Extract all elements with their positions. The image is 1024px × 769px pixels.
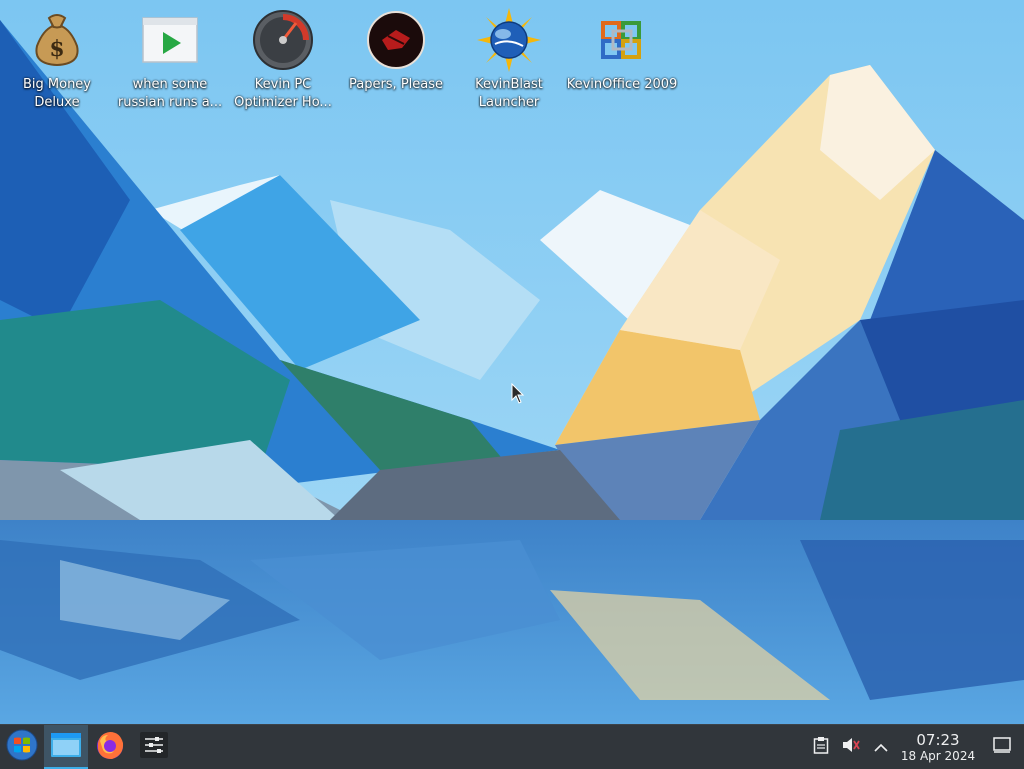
desktop-icon-russian-video[interactable]: when some russian runs a... <box>114 8 226 118</box>
show-desktop-icon <box>993 737 1011 757</box>
globe-sun-icon <box>477 8 541 72</box>
system-tray: 07:23 18 Apr 2024 <box>806 725 1024 769</box>
firefox-icon <box>94 729 126 765</box>
desktop-icon-label: KevinOffice 2009 <box>566 77 678 92</box>
clock-time: 07:23 <box>916 730 960 749</box>
taskbar-app-system-settings[interactable] <box>132 725 176 769</box>
svg-text:$: $ <box>49 36 64 62</box>
video-player-icon <box>138 8 202 72</box>
taskbar: 07:23 18 Apr 2024 <box>0 724 1024 769</box>
start-menu-icon <box>6 729 38 765</box>
volume-muted-icon <box>842 737 860 757</box>
desktop-icon-kevin-pc-optimizer[interactable]: Kevin PC Optimizer Ho... <box>227 8 339 118</box>
folder-window-icon <box>50 731 82 763</box>
taskbar-app-firefox[interactable] <box>88 725 132 769</box>
desktop-icon-area: $ Big Money Deluxe when some russian run… <box>0 0 1024 130</box>
speedometer-icon <box>251 8 315 72</box>
desktop-icon-label: when some russian runs a... <box>117 77 223 110</box>
desktop-icon-papers-please[interactable]: Papers, Please <box>340 8 452 118</box>
start-menu-button[interactable] <box>0 725 44 769</box>
tray-expand-button[interactable] <box>866 725 896 769</box>
desktop-icon-label: KevinBlast Launcher <box>475 77 543 110</box>
mouse-cursor-icon <box>511 383 525 404</box>
show-desktop-button[interactable] <box>980 725 1024 769</box>
papers-please-icon <box>364 8 428 72</box>
tray-clipboard-button[interactable] <box>806 725 836 769</box>
desktop-icon-label: Kevin PC Optimizer Ho... <box>234 77 332 110</box>
desktop-icon-label: Big Money Deluxe <box>22 77 91 110</box>
desktop-icon-kevinoffice-2009[interactable]: KevinOffice 2009 <box>566 8 678 118</box>
desktop-icon-big-money-deluxe[interactable]: $ Big Money Deluxe <box>1 8 113 118</box>
taskbar-app-file-manager[interactable] <box>44 725 88 769</box>
office-logo-icon <box>590 8 654 72</box>
chevron-up-icon <box>874 738 888 757</box>
money-bag-icon: $ <box>25 8 89 72</box>
tray-volume-button[interactable] <box>836 725 866 769</box>
clock-date: 18 Apr 2024 <box>900 748 976 763</box>
digital-clock[interactable]: 07:23 18 Apr 2024 <box>896 725 980 769</box>
settings-sliders-icon <box>139 731 169 763</box>
desktop-icon-label: Papers, Please <box>348 77 444 92</box>
clipboard-icon <box>813 736 829 758</box>
desktop-icon-kevinblast-launcher[interactable]: KevinBlast Launcher <box>453 8 565 118</box>
